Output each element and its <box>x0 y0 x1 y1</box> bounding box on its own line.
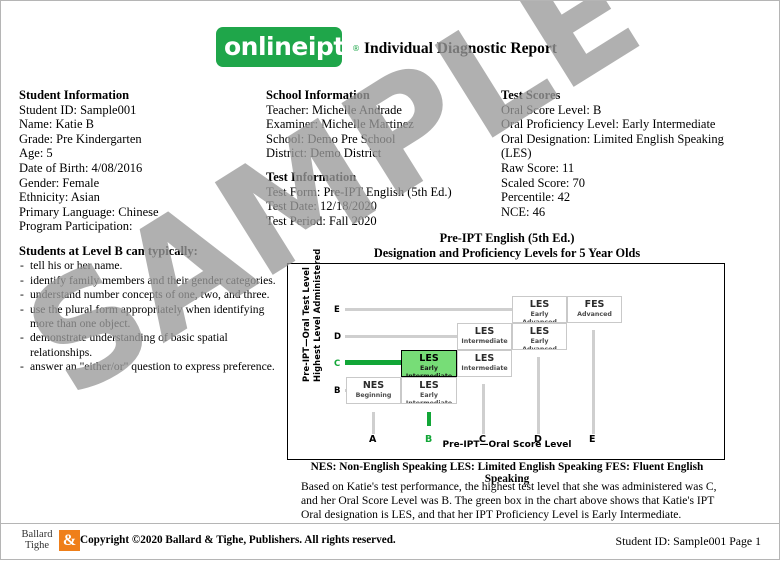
chart-y-axis-label-secondary: Highest Level Administered <box>312 248 322 382</box>
ampersand-icon: & <box>59 530 80 551</box>
copyright-text: Copyright ©2020 Ballard & Tighe, Publish… <box>80 534 396 546</box>
chart-col-line-B-highlight <box>427 412 431 426</box>
chart-cell-designation: NES <box>362 380 385 391</box>
info-line: Oral Score Level: B <box>501 102 602 117</box>
info-line: Ethnicity: Asian <box>19 190 100 205</box>
chart-cell-A-B: NES Beginning <box>346 377 401 404</box>
report-header: onlineipt ® Individual Diagnostic Report <box>1 13 780 69</box>
info-line: Teacher: Michelle Andrade <box>266 102 402 117</box>
chart-cell-designation: LES <box>474 353 495 364</box>
info-line: Raw Score: 11 <box>501 160 575 175</box>
chart-cell-proficiency: Intermediate <box>461 338 508 345</box>
chart-col-line-A <box>372 412 375 434</box>
chart-subtitle: Designation and Proficiency Levels for 5… <box>373 245 641 260</box>
chart-cell-C-D: LES Intermediate <box>457 323 512 350</box>
chart-cell-B-C-highlighted: LES Early Intermediate <box>401 350 457 377</box>
publisher-name-line1: Ballard <box>21 529 53 540</box>
report-page: onlineipt ® Individual Diagnostic Report… <box>0 0 780 560</box>
chart-col-line-C <box>482 384 485 434</box>
onlineipt-logo: onlineipt ® <box>216 27 360 67</box>
chart-col-line-D <box>537 357 540 434</box>
chart-cell-designation: LES <box>419 353 439 364</box>
chart-cell-designation: FES <box>584 299 605 310</box>
chart-cell-proficiency: Advanced <box>577 311 612 318</box>
list-item: identify family members and their gender… <box>19 274 277 289</box>
info-line: Primary Language: Chinese <box>19 204 159 219</box>
info-line: NCE: 46 <box>501 204 546 219</box>
info-line: Age: 5 <box>19 146 53 161</box>
publisher-name-line2: Tighe <box>24 540 50 551</box>
chart-explanation-note: Based on Katie's test performance, the h… <box>301 480 717 522</box>
chart-cell-proficiency: Early Intermediate <box>405 365 453 377</box>
chart-cell-B-B: LES Early Intermediate <box>401 377 457 404</box>
test-scores-block: Test Scores Oral Score Level: B Oral Pro… <box>501 88 771 219</box>
test-information-heading: Test Information <box>266 169 357 184</box>
level-description-heading: Students at Level B can typically: <box>19 244 198 258</box>
chart-cell-designation: LES <box>419 380 439 391</box>
registered-trademark-icon: ® <box>352 44 360 53</box>
chart-cell-proficiency: Beginning <box>355 392 392 399</box>
info-line: Grade: Pre Kindergarten <box>19 131 142 146</box>
list-item: demonstrate understanding of basic spati… <box>19 331 277 360</box>
list-item: answer an "either/or" question to expres… <box>19 360 277 375</box>
chart-cell-designation: LES <box>474 326 495 337</box>
info-line: (LES) <box>501 146 532 161</box>
designation-chart: Pre-IPT English (5th Ed.) Designation an… <box>287 231 727 460</box>
list-item: tell his or her name. <box>19 259 277 274</box>
info-line: Name: Katie B <box>19 117 94 132</box>
info-line: District: Demo District <box>266 146 382 161</box>
info-line: Student ID: Sample001 <box>19 102 137 117</box>
info-line: Program Participation: <box>19 219 133 234</box>
logo-wordmark: onlineipt <box>224 32 345 61</box>
info-line: Test Form: Pre-IPT English (5th Ed.) <box>266 184 452 199</box>
chart-cell-proficiency: Early Advanced <box>522 311 557 323</box>
info-line: School: Demo Pre School <box>266 131 396 146</box>
chart-cell-D-D: LES Early Advanced <box>512 323 567 350</box>
chart-cell-proficiency: Intermediate <box>461 365 508 372</box>
chart-cell-designation: LES <box>529 326 550 337</box>
list-item: understand number concepts of one, two, … <box>19 288 277 303</box>
page-title: Individual Diagnostic Report <box>364 40 557 57</box>
info-line: Date of Birth: 4/08/2016 <box>19 160 143 175</box>
chart-cell-D-E: LES Early Advanced <box>512 296 567 323</box>
list-item: use the plural form appropriately when i… <box>19 303 277 332</box>
chart-y-tick-C: C <box>334 359 341 369</box>
info-line: Test Date: 12/18/2020 <box>266 199 377 214</box>
chart-y-axis-label-primary: Pre-IPT—Oral Test Level <box>301 267 311 382</box>
chart-cell-proficiency: Early Advanced <box>522 338 557 350</box>
student-information-heading: Student Information <box>19 88 130 102</box>
chart-cell-E-E: FES Advanced <box>567 296 622 323</box>
footer-student-page: Student ID: Sample001 Page 1 <box>615 534 761 548</box>
footer-divider <box>1 523 780 524</box>
school-information-heading: School Information <box>266 88 370 102</box>
chart-col-line-E <box>592 330 595 434</box>
chart-y-tick-E: E <box>334 305 340 315</box>
chart-y-tick-D: D <box>334 332 342 342</box>
ballard-tighe-logo: Ballard Tighe & <box>15 529 80 553</box>
chart-cell-C-C: LES Intermediate <box>457 350 512 377</box>
chart-x-axis-label: Pre-IPT—Oral Score Level <box>442 440 572 450</box>
chart-cell-designation: LES <box>529 299 550 310</box>
chart-cell-proficiency: Early Intermediate <box>405 392 453 404</box>
info-line: Test Period: Fall 2020 <box>266 213 377 228</box>
info-line: Oral Designation: Limited English Speaki… <box>501 131 724 146</box>
school-information-block: School Information Teacher: Michelle And… <box>266 88 496 228</box>
chart-y-tick-B: B <box>334 386 341 396</box>
info-line: Examiner: Michelle Martinez <box>266 117 414 132</box>
info-line: Gender: Female <box>19 175 100 190</box>
level-description-list: tell his or her name. identify family me… <box>19 259 277 375</box>
chart-title: Pre-IPT English (5th Ed.) <box>439 231 575 245</box>
chart-plot-area: Pre-IPT—Oral Test Level Highest Level Ad… <box>287 249 725 460</box>
info-line: Scaled Score: 70 <box>501 175 586 190</box>
info-line: Oral Proficiency Level: Early Intermedia… <box>501 117 716 132</box>
info-line: Percentile: 42 <box>501 190 571 205</box>
test-scores-heading: Test Scores <box>501 88 561 102</box>
logo-badge: onlineipt <box>216 27 345 67</box>
level-description-block: Students at Level B can typically: tell … <box>19 244 277 375</box>
student-information-block: Student Information Student ID: Sample00… <box>19 88 264 234</box>
